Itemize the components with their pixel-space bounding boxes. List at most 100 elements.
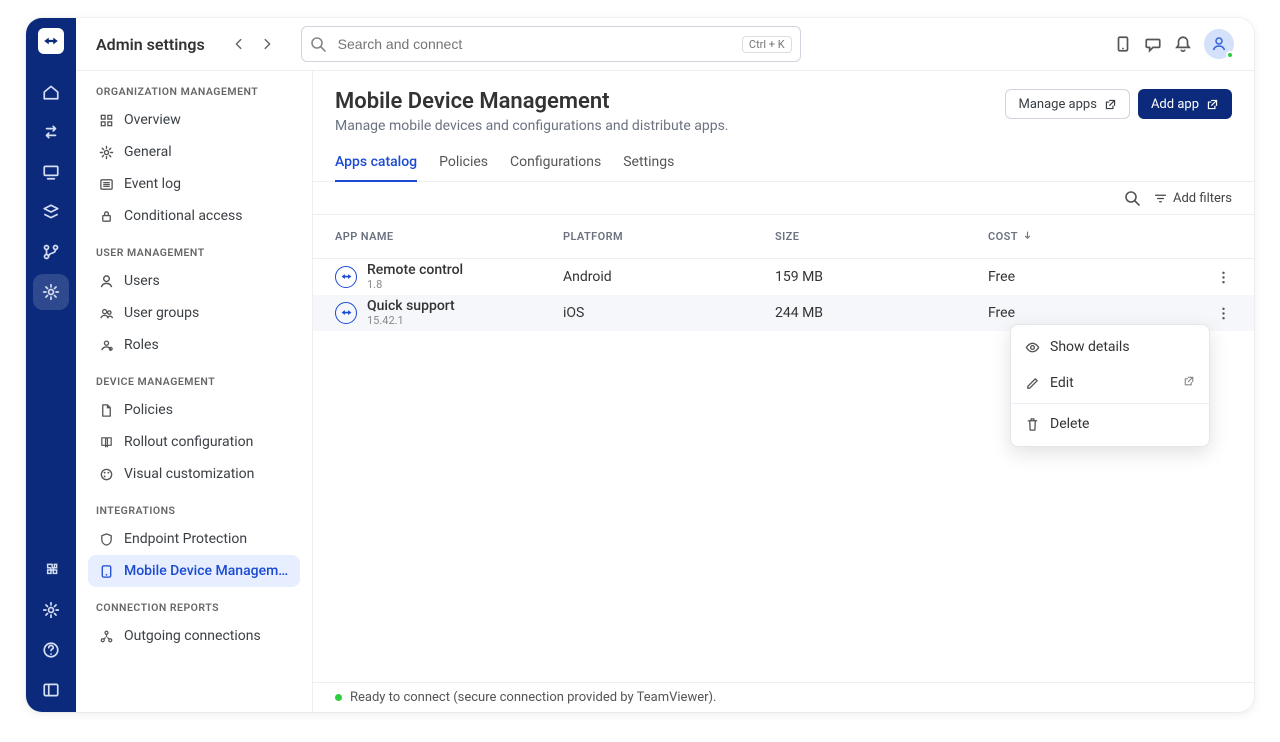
table-toolbar: Add filters <box>313 182 1254 215</box>
col-header-cost[interactable]: COST <box>988 230 1212 243</box>
app-version: 1.8 <box>367 279 463 291</box>
rail-remote[interactable] <box>33 114 69 150</box>
avatar[interactable] <box>1204 29 1234 59</box>
sidebar-group-label: INTEGRATIONS <box>96 504 292 517</box>
shield-icon <box>98 531 114 547</box>
app-name: Remote control <box>367 263 463 278</box>
rail-home[interactable] <box>33 74 69 110</box>
device-icon-button[interactable] <box>1108 29 1138 59</box>
menu-delete[interactable]: Delete <box>1011 406 1209 442</box>
app-version: 15.42.1 <box>367 315 455 327</box>
sidebar-item-label: Mobile Device Managem… <box>124 563 288 579</box>
button-label: Manage apps <box>1018 97 1096 112</box>
sidebar-item-mdm[interactable]: Mobile Device Managem… <box>88 555 300 587</box>
rail-preferences[interactable] <box>33 592 69 628</box>
user-icon <box>98 273 114 289</box>
sidebar-item-general[interactable]: General <box>88 136 300 168</box>
nav-forward-button[interactable] <box>253 30 281 58</box>
sidebar-item-label: Endpoint Protection <box>124 531 247 547</box>
network-icon <box>98 628 114 644</box>
search-icon <box>310 36 326 52</box>
tab-settings[interactable]: Settings <box>623 144 674 181</box>
menu-item-label: Delete <box>1050 416 1089 432</box>
add-app-button[interactable]: Add app <box>1138 89 1232 119</box>
cell-platform: iOS <box>563 305 775 321</box>
sidebar-group-label: CONNECTION REPORTS <box>96 601 292 614</box>
sidebar-item-label: Conditional access <box>124 208 242 224</box>
sidebar-item-label: Event log <box>124 176 181 192</box>
nav-back-button[interactable] <box>225 30 253 58</box>
rail-workspace[interactable] <box>33 194 69 230</box>
rail-workflow[interactable] <box>33 234 69 270</box>
page-subtitle: Manage mobile devices and configurations… <box>335 118 729 134</box>
rail-admin-settings[interactable] <box>33 274 69 310</box>
add-filters-button[interactable]: Add filters <box>1154 191 1232 206</box>
cell-platform: Android <box>563 269 775 285</box>
page-heading: Mobile Device Management <box>335 89 729 114</box>
rail-integrations[interactable] <box>33 552 69 588</box>
sidebar-item-overview[interactable]: Overview <box>88 104 300 136</box>
gear-icon <box>98 144 114 160</box>
tab-policies[interactable]: Policies <box>439 144 488 181</box>
external-icon <box>1183 375 1195 391</box>
filter-icon <box>1154 192 1167 205</box>
sidebar-group-label: DEVICE MANAGEMENT <box>96 375 292 388</box>
row-actions-button[interactable] <box>1212 302 1234 324</box>
row-actions-button[interactable] <box>1212 266 1234 288</box>
rail-devices[interactable] <box>33 154 69 190</box>
book-icon <box>98 434 114 450</box>
app-logo <box>38 28 64 54</box>
chat-icon-button[interactable] <box>1138 29 1168 59</box>
notifications-icon-button[interactable] <box>1168 29 1198 59</box>
rail-help[interactable] <box>33 632 69 668</box>
cell-cost: Free <box>988 269 1212 285</box>
page-header: Mobile Device Management Manage mobile d… <box>313 71 1254 144</box>
presence-dot-icon <box>1226 51 1234 59</box>
search-input[interactable] <box>336 35 742 53</box>
app-icon <box>335 266 357 288</box>
cell-size: 244 MB <box>775 305 988 321</box>
external-icon <box>1104 98 1117 111</box>
menu-item-label: Edit <box>1050 375 1074 391</box>
sidebar-item-roles[interactable]: Roles <box>88 329 300 361</box>
pencil-icon <box>1025 376 1040 391</box>
col-header-name[interactable]: APP NAME <box>325 230 563 243</box>
manage-apps-button[interactable]: Manage apps <box>1005 89 1129 119</box>
sidebar-item-label: Rollout configuration <box>124 434 253 450</box>
tabs: Apps catalog Policies Configurations Set… <box>313 144 1254 182</box>
col-header-size[interactable]: SIZE <box>775 230 988 243</box>
search-table-button[interactable] <box>1124 190 1140 206</box>
tab-configurations[interactable]: Configurations <box>510 144 601 181</box>
device-icon <box>98 563 114 579</box>
sidebar-item-rollout[interactable]: Rollout configuration <box>88 426 300 458</box>
grid-icon <box>98 112 114 128</box>
apps-table: APP NAME PLATFORM SIZE COST Remote contr… <box>313 215 1254 682</box>
sidebar-group-label: ORGANIZATION MANAGEMENT <box>96 85 292 98</box>
sidebar-item-users[interactable]: Users <box>88 265 300 297</box>
settings-sidebar: ORGANIZATION MANAGEMENT Overview General… <box>76 71 313 712</box>
page-title: Admin settings <box>96 35 205 54</box>
rail-toggle-panel[interactable] <box>33 672 69 708</box>
sidebar-item-label: Visual customization <box>124 466 254 482</box>
sidebar-item-visual[interactable]: Visual customization <box>88 458 300 490</box>
roles-icon <box>98 337 114 353</box>
sidebar-item-endpoint[interactable]: Endpoint Protection <box>88 523 300 555</box>
sidebar-item-user-groups[interactable]: User groups <box>88 297 300 329</box>
search-field[interactable]: Ctrl + K <box>301 26 801 62</box>
context-menu: Show details Edit Delete <box>1010 324 1210 447</box>
table-row[interactable]: Remote control1.8 Android 159 MB Free <box>313 259 1254 295</box>
app-name: Quick support <box>367 299 455 314</box>
sidebar-item-event-log[interactable]: Event log <box>88 168 300 200</box>
col-header-platform[interactable]: PLATFORM <box>563 230 775 243</box>
sidebar-item-outgoing[interactable]: Outgoing connections <box>88 620 300 652</box>
trash-icon <box>1025 417 1040 432</box>
tab-apps-catalog[interactable]: Apps catalog <box>335 144 417 182</box>
sidebar-item-label: User groups <box>124 305 199 321</box>
menu-edit[interactable]: Edit <box>1011 365 1209 401</box>
sidebar-item-conditional-access[interactable]: Conditional access <box>88 200 300 232</box>
sidebar-item-label: General <box>124 144 172 160</box>
sidebar-item-policies[interactable]: Policies <box>88 394 300 426</box>
menu-show-details[interactable]: Show details <box>1011 329 1209 365</box>
search-shortcut: Ctrl + K <box>742 36 792 53</box>
left-rail <box>26 18 76 712</box>
